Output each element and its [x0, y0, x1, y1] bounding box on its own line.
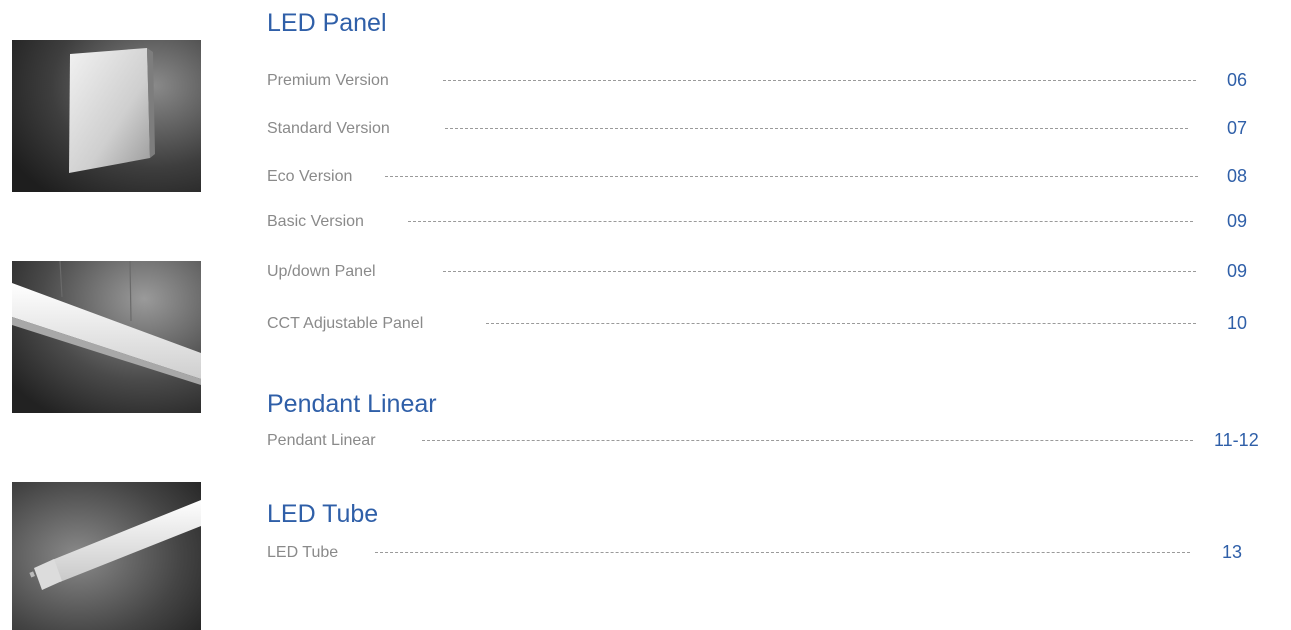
toc-leader: [486, 323, 1196, 324]
toc-leader: [443, 271, 1196, 272]
section-title-led-panel: LED Panel: [267, 9, 387, 37]
toc-item-premium-version[interactable]: Premium Version 06: [267, 70, 1247, 92]
toc-leader: [422, 440, 1193, 441]
toc-item-up-down-panel[interactable]: Up/down Panel 09: [267, 261, 1247, 283]
section-title-led-tube: LED Tube: [267, 500, 379, 528]
toc-leader: [408, 221, 1193, 222]
pendant-linear-photo: [12, 261, 201, 413]
toc-item-page: 08: [1227, 166, 1248, 186]
toc-item-label: LED Tube: [267, 544, 339, 561]
toc-item-label: Premium Version: [267, 72, 389, 89]
toc-leader: [443, 80, 1196, 81]
toc-item-page: 09: [1227, 261, 1248, 281]
toc-item-page: 11-12: [1214, 430, 1259, 450]
toc-item-basic-version[interactable]: Basic Version 09: [267, 211, 1247, 233]
toc-item-pendant-linear[interactable]: Pendant Linear 11-12: [267, 430, 1259, 452]
toc-item-label: CCT Adjustable Panel: [267, 315, 424, 332]
toc-item-standard-version[interactable]: Standard Version 07: [267, 118, 1247, 140]
toc-item-eco-version[interactable]: Eco Version 08: [267, 166, 1247, 188]
led-tube-photo: [12, 482, 201, 630]
toc-item-page: 06: [1227, 70, 1248, 90]
toc-item-label: Up/down Panel: [267, 263, 376, 280]
toc-item-label: Standard Version: [267, 120, 390, 137]
toc-item-page: 07: [1227, 118, 1248, 138]
toc-item-page: 09: [1227, 211, 1248, 231]
toc-item-page: 13: [1222, 542, 1243, 562]
toc-item-label: Pendant Linear: [267, 432, 376, 449]
toc-leader: [375, 552, 1190, 553]
toc-item-cct-adjustable-panel[interactable]: CCT Adjustable Panel 10: [267, 313, 1247, 335]
toc-leader: [385, 176, 1198, 177]
toc-item-label: Eco Version: [267, 168, 353, 185]
toc-leader: [445, 128, 1188, 129]
toc-item-led-tube[interactable]: LED Tube 13: [267, 542, 1242, 564]
toc-item-page: 10: [1227, 313, 1248, 333]
led-panel-photo: [12, 40, 201, 192]
section-title-pendant-linear: Pendant Linear: [267, 390, 437, 418]
toc-item-label: Basic Version: [267, 213, 364, 230]
